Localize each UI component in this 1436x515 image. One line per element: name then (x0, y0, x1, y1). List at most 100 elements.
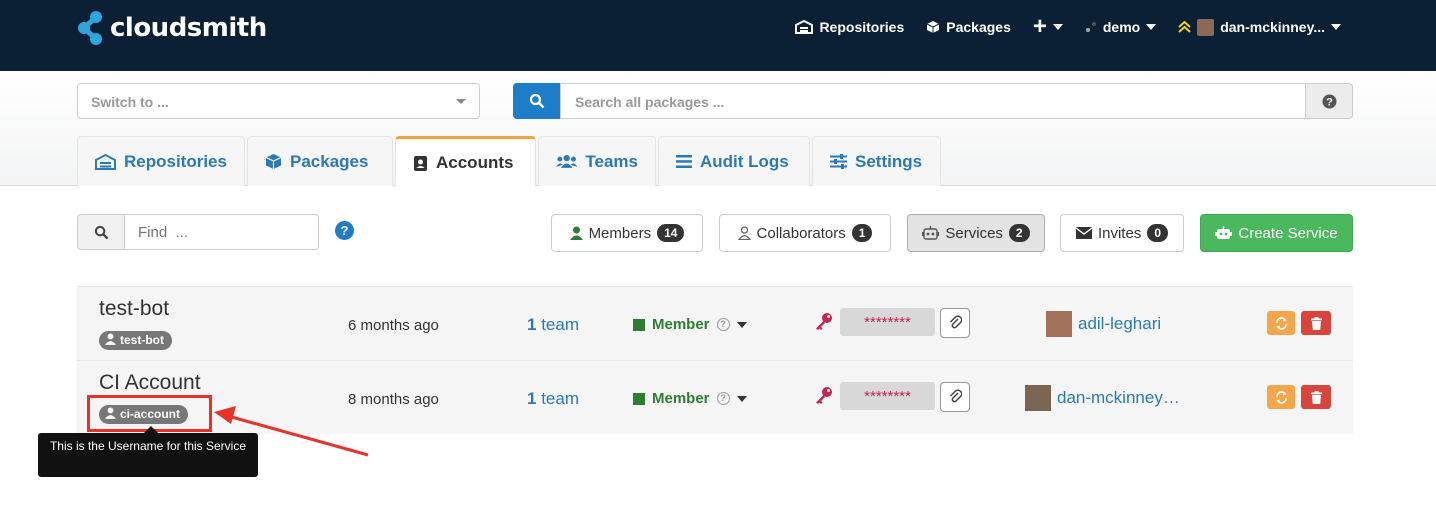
question-icon[interactable]: ? (716, 318, 730, 331)
paperclip-icon (949, 389, 962, 403)
create-service-label: Create Service (1238, 224, 1338, 242)
org-logo-icon (1085, 22, 1096, 32)
team-count: 1 (527, 315, 537, 334)
username-text: test-bot (120, 333, 164, 347)
topnav-org-menu[interactable]: demo (1085, 19, 1157, 35)
username-badge: test-bot (99, 331, 172, 350)
copy-key-button[interactable] (940, 382, 970, 412)
role-selector[interactable]: Member ? (633, 390, 747, 407)
tab-audit-logs[interactable]: Audit Logs (658, 136, 810, 186)
team-link[interactable]: 1 team (527, 315, 579, 335)
top-navbar: cloudsmith Repositories Packages + demo … (0, 0, 1436, 71)
role-color-square (633, 392, 645, 405)
refresh-key-button[interactable] (1267, 385, 1295, 409)
collaborators-count-badge: 1 (851, 224, 873, 242)
sliders-icon (830, 154, 847, 169)
owner-name: dan-mckinney… (1057, 388, 1180, 407)
cloudsmith-logo-icon (78, 11, 102, 45)
tab-teams[interactable]: Teams (538, 136, 656, 186)
delete-service-button[interactable] (1301, 385, 1331, 409)
warehouse-icon (95, 153, 116, 170)
user-avatar (1197, 18, 1215, 36)
key-icon (816, 313, 832, 330)
workspace-switcher[interactable]: Switch to ... (77, 83, 480, 119)
find-input[interactable] (125, 214, 319, 250)
plus-icon: + (1032, 13, 1047, 40)
role-label: Member (652, 316, 710, 333)
find-group (77, 214, 319, 250)
chevron-down-icon (1146, 24, 1157, 30)
copy-key-button[interactable] (940, 308, 970, 338)
tab-audit-logs-label: Audit Logs (700, 151, 789, 171)
services-count-badge: 2 (1008, 224, 1030, 242)
create-service-button[interactable]: Create Service (1200, 214, 1353, 252)
address-book-icon (414, 155, 427, 171)
search-icon (529, 93, 544, 109)
user-outline-icon (737, 226, 751, 240)
topnav-repositories[interactable]: Repositories (795, 19, 904, 35)
role-label: Member (652, 390, 710, 407)
filter-services-label: Services (945, 224, 1003, 242)
service-name: test-bot (99, 297, 170, 320)
key-icon (816, 387, 832, 404)
brand-logo[interactable]: cloudsmith (76, 10, 267, 46)
topnav-add-menu[interactable]: + (1032, 13, 1063, 40)
api-key-secret: ******** (840, 382, 935, 410)
cube-icon (927, 21, 940, 33)
question-icon: ? (1322, 94, 1336, 108)
invites-count-badge: 0 (1147, 224, 1169, 242)
created-time: 8 months ago (348, 391, 439, 408)
rank-chevrons-icon (1178, 21, 1191, 33)
filter-members-label: Members (588, 224, 652, 242)
paperclip-icon (949, 315, 962, 329)
topnav-user-label: dan-mckinney... (1220, 19, 1325, 35)
top-nav-links: Repositories Packages + demo dan-mckinne… (795, 0, 1341, 54)
tab-accounts[interactable]: Accounts (395, 136, 536, 187)
search-icon (94, 225, 108, 239)
tab-repositories-label: Repositories (124, 151, 227, 171)
search-help-button[interactable]: ? (1305, 83, 1353, 119)
owner-name: adil-leghari (1078, 314, 1162, 333)
owner-link[interactable]: adil-leghari (1046, 311, 1161, 337)
user-icon (569, 226, 583, 240)
chevron-down-icon[interactable] (736, 321, 747, 328)
filter-services-button[interactable]: Services 2 (907, 214, 1045, 252)
team-word: team (541, 389, 579, 408)
tab-settings-label: Settings (855, 151, 923, 171)
package-search-input[interactable]: Search all packages ... (560, 83, 1306, 119)
role-selector[interactable]: Member ? (633, 316, 747, 333)
robot-icon (922, 226, 940, 240)
refresh-key-button[interactable] (1267, 311, 1295, 335)
table-row: test-bot test-bot 6 months ago 1 team Me… (77, 286, 1353, 360)
tab-repositories[interactable]: Repositories (77, 136, 245, 186)
workspace-tabs: Repositories Packages Accounts Teams Aud… (77, 136, 941, 187)
search-button[interactable] (513, 83, 560, 119)
tab-accounts-label: Accounts (436, 153, 514, 172)
user-icon (105, 333, 116, 345)
table-row: CI Account ci-account 8 months ago 1 tea… (77, 360, 1353, 434)
owner-link[interactable]: dan-mckinney… (1025, 385, 1180, 411)
cube-icon (265, 154, 282, 169)
trash-icon (1310, 390, 1322, 404)
tab-settings[interactable]: Settings (812, 136, 941, 186)
team-link[interactable]: 1 team (527, 389, 579, 409)
topnav-user-menu[interactable]: dan-mckinney... (1178, 18, 1341, 36)
brand-name: cloudsmith (110, 13, 267, 43)
find-search-button[interactable] (77, 214, 125, 250)
created-time: 6 months ago (348, 317, 439, 334)
chevron-down-icon (1331, 24, 1341, 30)
tab-packages[interactable]: Packages (247, 136, 393, 186)
delete-service-button[interactable] (1301, 311, 1331, 335)
filter-members-button[interactable]: Members 14 (551, 214, 703, 252)
members-count-badge: 14 (657, 224, 685, 242)
chevron-down-icon[interactable] (736, 395, 747, 402)
question-icon[interactable]: ? (716, 392, 730, 405)
refresh-icon (1275, 316, 1287, 330)
tooltip-arrow (144, 426, 158, 433)
filter-collaborators-button[interactable]: Collaborators 1 (719, 214, 891, 252)
topnav-packages[interactable]: Packages (926, 19, 1011, 35)
username-tooltip: This is the Username for this Service (38, 433, 258, 477)
filter-invites-button[interactable]: Invites 0 (1060, 214, 1184, 252)
team-word: team (541, 315, 579, 334)
find-help-icon[interactable]: ? (335, 221, 354, 240)
